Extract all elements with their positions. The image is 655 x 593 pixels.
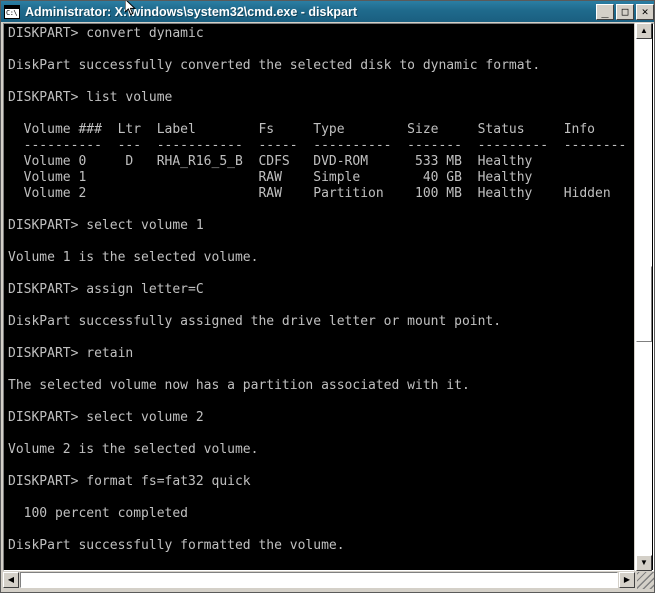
scroll-down-button[interactable]: ▼ [636, 555, 652, 571]
console-line: DISKPART> assign letter=C [8, 282, 204, 297]
console-line: DISKPART> retain [8, 346, 134, 361]
console-output[interactable]: DISKPART> convert dynamic DiskPart succes… [4, 24, 635, 570]
close-button[interactable]: ✕ [636, 3, 654, 20]
window-title: Administrator: X:\windows\system32\cmd.e… [25, 4, 358, 19]
scroll-right-button[interactable]: ▶ [619, 572, 635, 588]
minimize-button[interactable]: _ [596, 3, 614, 20]
console-line: DISKPART> format fs=fat32 quick [8, 474, 251, 489]
cmd-system-icon[interactable]: C:\ [4, 4, 20, 19]
scroll-up-button[interactable]: ▲ [636, 23, 652, 39]
minimize-icon: _ [601, 3, 609, 18]
console-line: The selected volume now has a partition … [8, 378, 470, 393]
console-line: Volume ### Ltr Label Fs Type Size Status… [8, 122, 595, 137]
vertical-scrollbar[interactable]: ▲ ▼ [634, 23, 652, 571]
console-line: Volume 0 D RHA_R16_5_B CDFS DVD-ROM 533 … [8, 154, 533, 169]
window-resize-grip[interactable] [637, 572, 654, 589]
icon-prompt-text: C:\ [6, 8, 18, 17]
triangle-down-icon: ▼ [640, 558, 648, 567]
triangle-up-icon: ▲ [640, 26, 648, 35]
vertical-scroll-track-upper[interactable] [636, 39, 652, 266]
console-line: DISKPART> convert dynamic [8, 26, 204, 41]
console-line: Volume 2 is the selected volume. [8, 442, 259, 457]
console-line: Volume 1 RAW Simple 40 GB Healthy [8, 170, 533, 185]
triangle-left-icon: ◀ [7, 575, 15, 584]
console-line: Volume 1 is the selected volume. [8, 250, 259, 265]
close-icon: ✕ [641, 5, 649, 18]
cmd-window: C:\ Administrator: X:\windows\system32\c… [0, 0, 655, 593]
horizontal-scrollbar[interactable]: ◀ ▶ [3, 571, 654, 590]
console-line: 100 percent completed [8, 506, 189, 521]
console-line: DISKPART> list volume [8, 90, 173, 105]
console-line: DiskPart successfully assigned the drive… [8, 314, 502, 329]
horizontal-scroll-track[interactable] [20, 572, 618, 588]
maximize-button[interactable]: □ [616, 3, 634, 20]
console-line: Volume 2 RAW Partition 100 MB Healthy Hi… [8, 186, 611, 201]
triangle-right-icon: ▶ [623, 575, 631, 584]
console-line: DiskPart successfully formatted the volu… [8, 538, 345, 553]
console-line: DiskPart successfully converted the sele… [8, 58, 541, 73]
console-viewport: DISKPART> convert dynamic DiskPart succes… [3, 23, 654, 571]
maximize-icon: □ [621, 5, 629, 18]
console-line: DISKPART> select volume 2 [8, 410, 204, 425]
console-line: DISKPART> select volume 1 [8, 218, 204, 233]
vertical-scroll-track-lower[interactable] [636, 342, 652, 555]
scroll-left-button[interactable]: ◀ [3, 572, 19, 588]
title-bar[interactable]: C:\ Administrator: X:\windows\system32\c… [1, 1, 654, 22]
console-line: ---------- --- ----------- ----- -------… [8, 138, 627, 153]
vertical-scroll-thumb[interactable] [636, 266, 652, 342]
